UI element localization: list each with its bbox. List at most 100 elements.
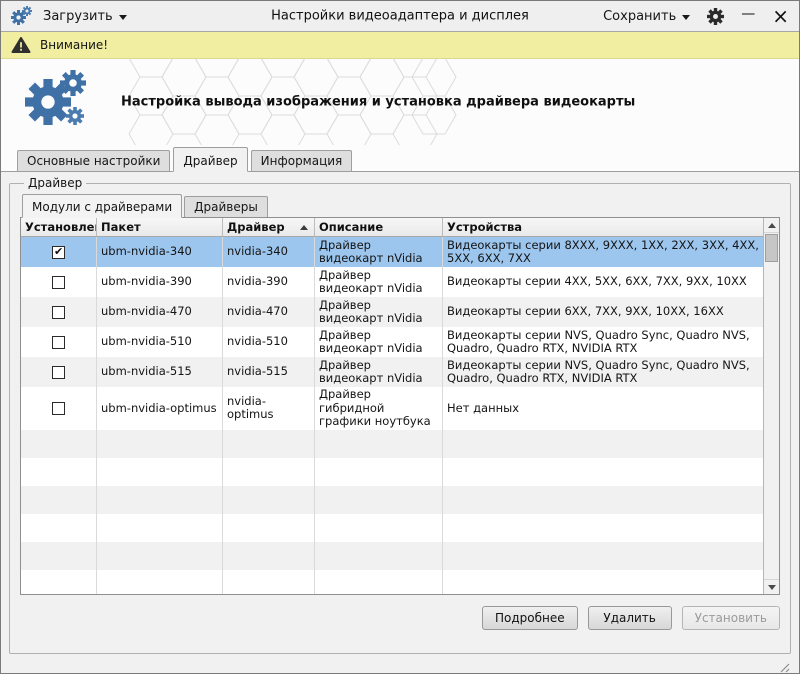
cell-installed [21, 267, 97, 297]
cell-installed [21, 514, 97, 542]
cell-driver: nvidia-optimus [223, 387, 315, 430]
cell-description [315, 570, 443, 595]
cell-package [97, 486, 223, 514]
titlebar: Загрузить Настройки видеоадаптера и дисп… [1, 1, 799, 31]
cell-package: ubm-nvidia-340 [97, 237, 223, 267]
cell-installed [21, 458, 97, 486]
installed-checkbox[interactable] [52, 306, 65, 319]
table-row[interactable] [21, 542, 763, 570]
hero-caption: Настройка вывода изображения и установка… [121, 95, 635, 110]
cell-devices [443, 486, 763, 514]
column-header-driver[interactable]: Драйвер [223, 218, 315, 236]
scroll-down-icon [768, 585, 776, 590]
cell-devices: Видеокарты серии NVS, Quadro Sync, Quadr… [443, 357, 763, 387]
installed-checkbox[interactable] [52, 336, 65, 349]
cell-devices: Видеокарты серии 6XX, 7XX, 9XX, 10XX, 16… [443, 297, 763, 327]
settings-gear-icon[interactable] [707, 8, 724, 25]
install-button[interactable]: Установить [682, 606, 780, 630]
close-button[interactable]: × [772, 6, 789, 26]
table-row[interactable]: ubm-nvidia-510 nvidia-510 Драйвер видеок… [21, 327, 763, 357]
tab-information[interactable]: Информация [251, 150, 353, 171]
table-row[interactable] [21, 486, 763, 514]
cell-driver [223, 486, 315, 514]
vertical-scrollbar[interactable] [763, 218, 779, 594]
cell-description: Драйвер видеокарт nVidia [315, 327, 443, 357]
save-menu-label: Сохранить [603, 9, 676, 24]
table-row[interactable]: ubm-nvidia-optimus nvidia-optimus Драйве… [21, 387, 763, 430]
cell-package: ubm-nvidia-optimus [97, 387, 223, 430]
table-row[interactable]: ubm-nvidia-340 nvidia-340 Драйвер видеок… [21, 237, 763, 267]
remove-button[interactable]: Удалить [588, 606, 672, 630]
gears-logo-icon [25, 70, 91, 134]
save-menu-button[interactable]: Сохранить [603, 9, 690, 24]
cell-devices: Нет данных [443, 387, 763, 430]
cell-package [97, 458, 223, 486]
warning-text: Внимание! [40, 38, 108, 52]
cell-description: Драйвер видеокарт nVidia [315, 237, 443, 267]
scroll-up-icon [768, 223, 776, 228]
table-row[interactable]: ubm-nvidia-470 nvidia-470 Драйвер видеок… [21, 297, 763, 327]
cell-driver: nvidia-390 [223, 267, 315, 297]
cell-installed [21, 542, 97, 570]
cell-installed [21, 327, 97, 357]
table-row[interactable] [21, 570, 763, 595]
driver-tab-panel: Драйвер Модули с драйверами Драйверы Уст… [1, 171, 799, 674]
cell-installed [21, 486, 97, 514]
column-header-devices[interactable]: Устройства [443, 218, 763, 236]
cell-devices [443, 542, 763, 570]
table-row[interactable]: ubm-nvidia-390 nvidia-390 Драйвер видеок… [21, 267, 763, 297]
cell-installed [21, 237, 97, 267]
scroll-up-button[interactable] [764, 218, 779, 233]
tab-main-settings[interactable]: Основные настройки [17, 150, 170, 171]
cell-package [97, 514, 223, 542]
cell-description: Драйвер видеокарт nVidia [315, 357, 443, 387]
table-header: Установлен Пакет Драйвер Описание Устрой… [21, 218, 763, 237]
cell-devices [443, 430, 763, 458]
table-row[interactable] [21, 458, 763, 486]
cell-package [97, 570, 223, 595]
table-row[interactable] [21, 430, 763, 458]
column-header-package[interactable]: Пакет [97, 218, 223, 236]
minimize-button[interactable]: — [741, 7, 755, 25]
cell-devices: Видеокарты серии 4XX, 5XX, 6XX, 7XX, 9XX… [443, 267, 763, 297]
cell-installed [21, 387, 97, 430]
driver-groupbox-legend: Драйвер [24, 176, 86, 190]
installed-checkbox[interactable] [52, 276, 65, 289]
sort-ascending-icon [300, 225, 308, 230]
cell-devices: Видеокарты серии 8XXX, 9XXX, 1XX, 2XX, 3… [443, 237, 763, 267]
table-row[interactable]: ubm-nvidia-515 nvidia-515 Драйвер видеок… [21, 357, 763, 387]
cell-driver: nvidia-470 [223, 297, 315, 327]
installed-checkbox[interactable] [52, 402, 65, 415]
scroll-down-button[interactable] [764, 579, 779, 594]
app-gears-icon [11, 4, 35, 28]
cell-installed [21, 357, 97, 387]
tab-driver[interactable]: Драйвер [173, 147, 247, 172]
cell-installed [21, 430, 97, 458]
details-button[interactable]: Подробнее [482, 606, 578, 630]
driver-groupbox: Драйвер Модули с драйверами Драйверы Уст… [9, 176, 791, 654]
cell-description [315, 486, 443, 514]
scrollbar-thumb[interactable] [765, 234, 778, 262]
subtab-drivers[interactable]: Драйверы [184, 196, 268, 217]
warning-banner: Внимание! [1, 31, 799, 59]
main-tab-bar: Основные настройки Драйвер Информация [1, 145, 799, 171]
cell-description [315, 430, 443, 458]
column-header-installed[interactable]: Установлен [21, 218, 97, 236]
column-header-description[interactable]: Описание [315, 218, 443, 236]
load-menu-button[interactable]: Загрузить [43, 9, 127, 24]
cell-driver: nvidia-340 [223, 237, 315, 267]
cell-description [315, 514, 443, 542]
cell-package [97, 542, 223, 570]
installed-checkbox[interactable] [52, 246, 65, 259]
subtab-driver-modules[interactable]: Модули с драйверами [22, 194, 182, 218]
cell-driver [223, 514, 315, 542]
chevron-down-icon [119, 15, 127, 20]
cell-devices: Видеокарты серии NVS, Quadro Sync, Quadr… [443, 327, 763, 357]
cell-devices [443, 570, 763, 595]
resize-grip[interactable] [777, 660, 790, 673]
installed-checkbox[interactable] [52, 366, 65, 379]
table-row[interactable] [21, 514, 763, 542]
app-window: Загрузить Настройки видеоадаптера и дисп… [0, 0, 800, 674]
cell-package [97, 430, 223, 458]
driver-subtab-bar: Модули с драйверами Драйверы [20, 190, 780, 217]
